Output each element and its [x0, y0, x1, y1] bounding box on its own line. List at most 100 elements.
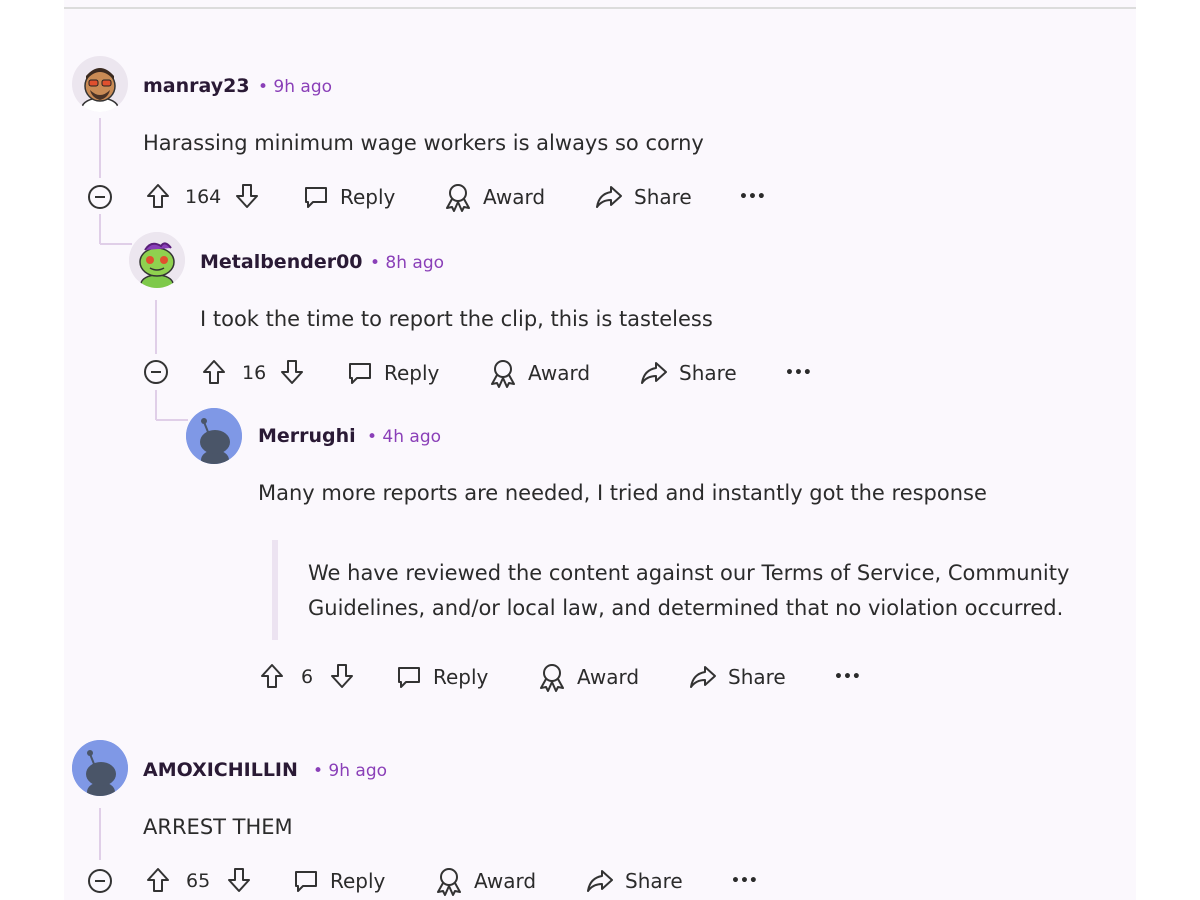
downvote-arrow-icon — [331, 664, 353, 688]
upvote-button[interactable] — [199, 357, 229, 387]
more-dots-icon: ••• — [731, 873, 758, 889]
downvote-button[interactable] — [277, 357, 307, 387]
thread-line — [99, 118, 101, 178]
award-button[interactable]: Award — [443, 181, 545, 213]
comment-bubble-icon — [305, 187, 327, 208]
more-options-button[interactable]: ••• — [731, 865, 758, 897]
reply-button[interactable]: Reply — [346, 357, 439, 389]
avatar[interactable] — [129, 232, 185, 288]
username[interactable]: manray23 — [143, 75, 250, 97]
blockquote-line: We have reviewed the content against our… — [308, 561, 1070, 585]
reply-button[interactable]: Reply — [302, 181, 395, 213]
share-label: Share — [679, 361, 737, 385]
thread-line — [155, 300, 157, 354]
timestamp[interactable]: • 9h ago — [313, 761, 387, 781]
award-label: Award — [528, 361, 591, 385]
reply-button[interactable]: Reply — [292, 865, 385, 897]
award-icon — [446, 184, 470, 212]
downvote-arrow-icon — [228, 868, 250, 892]
share-button[interactable]: Share — [585, 865, 683, 897]
vote-count: 16 — [242, 362, 267, 384]
upvote-button[interactable] — [143, 181, 173, 211]
upvote-arrow-icon — [147, 184, 169, 208]
thread-line — [99, 808, 101, 860]
upvote-button[interactable] — [257, 661, 287, 691]
share-arrow-icon — [596, 186, 622, 208]
award-label: Award — [474, 869, 537, 893]
comment-bubble-icon — [398, 667, 420, 688]
more-options-button[interactable]: ••• — [739, 181, 766, 213]
blockquote-bar — [272, 540, 278, 640]
avatar[interactable] — [72, 56, 128, 112]
avatar[interactable] — [186, 408, 242, 464]
thread-line — [99, 214, 101, 244]
downvote-arrow-icon — [281, 360, 303, 384]
downvote-button[interactable] — [327, 661, 357, 691]
reply-label: Reply — [433, 665, 489, 689]
more-dots-icon: ••• — [834, 669, 861, 685]
comment-body: ARREST THEM — [143, 815, 293, 839]
thread-line — [100, 243, 132, 245]
upvote-arrow-icon — [203, 360, 225, 384]
award-icon — [540, 664, 564, 692]
username[interactable]: AMOXICHILLIN — [143, 759, 298, 781]
vote-count: 6 — [301, 666, 314, 688]
reply-label: Reply — [340, 185, 396, 209]
share-arrow-icon — [690, 666, 716, 688]
downvote-button[interactable] — [232, 181, 262, 211]
comment-body: I took the time to report the clip, this… — [200, 307, 713, 331]
award-icon — [437, 868, 461, 896]
share-label: Share — [634, 185, 692, 209]
collapse-icon — [88, 185, 112, 209]
more-dots-icon: ••• — [785, 365, 812, 381]
avatar[interactable] — [72, 740, 128, 796]
blockquote-line: Guidelines, and/or local law, and determ… — [308, 596, 1064, 620]
username[interactable]: Merrughi — [258, 425, 356, 447]
collapse-button[interactable] — [142, 358, 170, 386]
award-button[interactable]: Award — [537, 661, 639, 693]
reply-button[interactable]: Reply — [395, 661, 488, 693]
upvote-arrow-icon — [147, 868, 169, 892]
share-button[interactable]: Share — [594, 181, 692, 213]
share-label: Share — [728, 665, 786, 689]
timestamp[interactable]: • 4h ago — [367, 427, 441, 447]
share-button[interactable]: Share — [688, 661, 786, 693]
comment-body: Harassing minimum wage workers is always… — [143, 131, 704, 155]
downvote-button[interactable] — [224, 865, 254, 895]
reply-label: Reply — [330, 869, 386, 893]
timestamp[interactable]: • 8h ago — [370, 253, 444, 273]
downvote-arrow-icon — [236, 184, 258, 208]
username[interactable]: Metalbender00 — [200, 251, 363, 273]
thread-line — [155, 390, 157, 420]
vote-count: 164 — [185, 186, 222, 208]
user-avatar-icon — [72, 740, 128, 796]
user-avatar-icon — [129, 232, 185, 288]
award-button[interactable]: Award — [488, 357, 590, 389]
award-label: Award — [577, 665, 640, 689]
upvote-button[interactable] — [143, 865, 173, 895]
reply-label: Reply — [384, 361, 440, 385]
more-options-button[interactable]: ••• — [785, 357, 812, 389]
share-arrow-icon — [587, 870, 613, 892]
award-icon — [491, 360, 515, 388]
user-avatar-icon — [186, 408, 242, 464]
share-arrow-icon — [641, 362, 667, 384]
award-button[interactable]: Award — [434, 865, 536, 897]
upvote-arrow-icon — [261, 664, 283, 688]
thread-line — [156, 419, 188, 421]
timestamp[interactable]: • 9h ago — [258, 77, 332, 97]
comment-body: Many more reports are needed, I tried an… — [258, 481, 987, 505]
collapse-button[interactable] — [86, 183, 114, 211]
award-label: Award — [483, 185, 546, 209]
comment-bubble-icon — [295, 871, 317, 892]
more-options-button[interactable]: ••• — [834, 661, 861, 693]
user-avatar-icon — [72, 56, 128, 112]
share-button[interactable]: Share — [639, 357, 737, 389]
comment-bubble-icon — [349, 363, 371, 384]
divider — [64, 7, 1136, 9]
more-dots-icon: ••• — [739, 189, 766, 205]
share-label: Share — [625, 869, 683, 893]
collapse-icon — [144, 360, 168, 384]
collapse-button[interactable] — [86, 867, 114, 895]
vote-count: 65 — [186, 870, 211, 892]
